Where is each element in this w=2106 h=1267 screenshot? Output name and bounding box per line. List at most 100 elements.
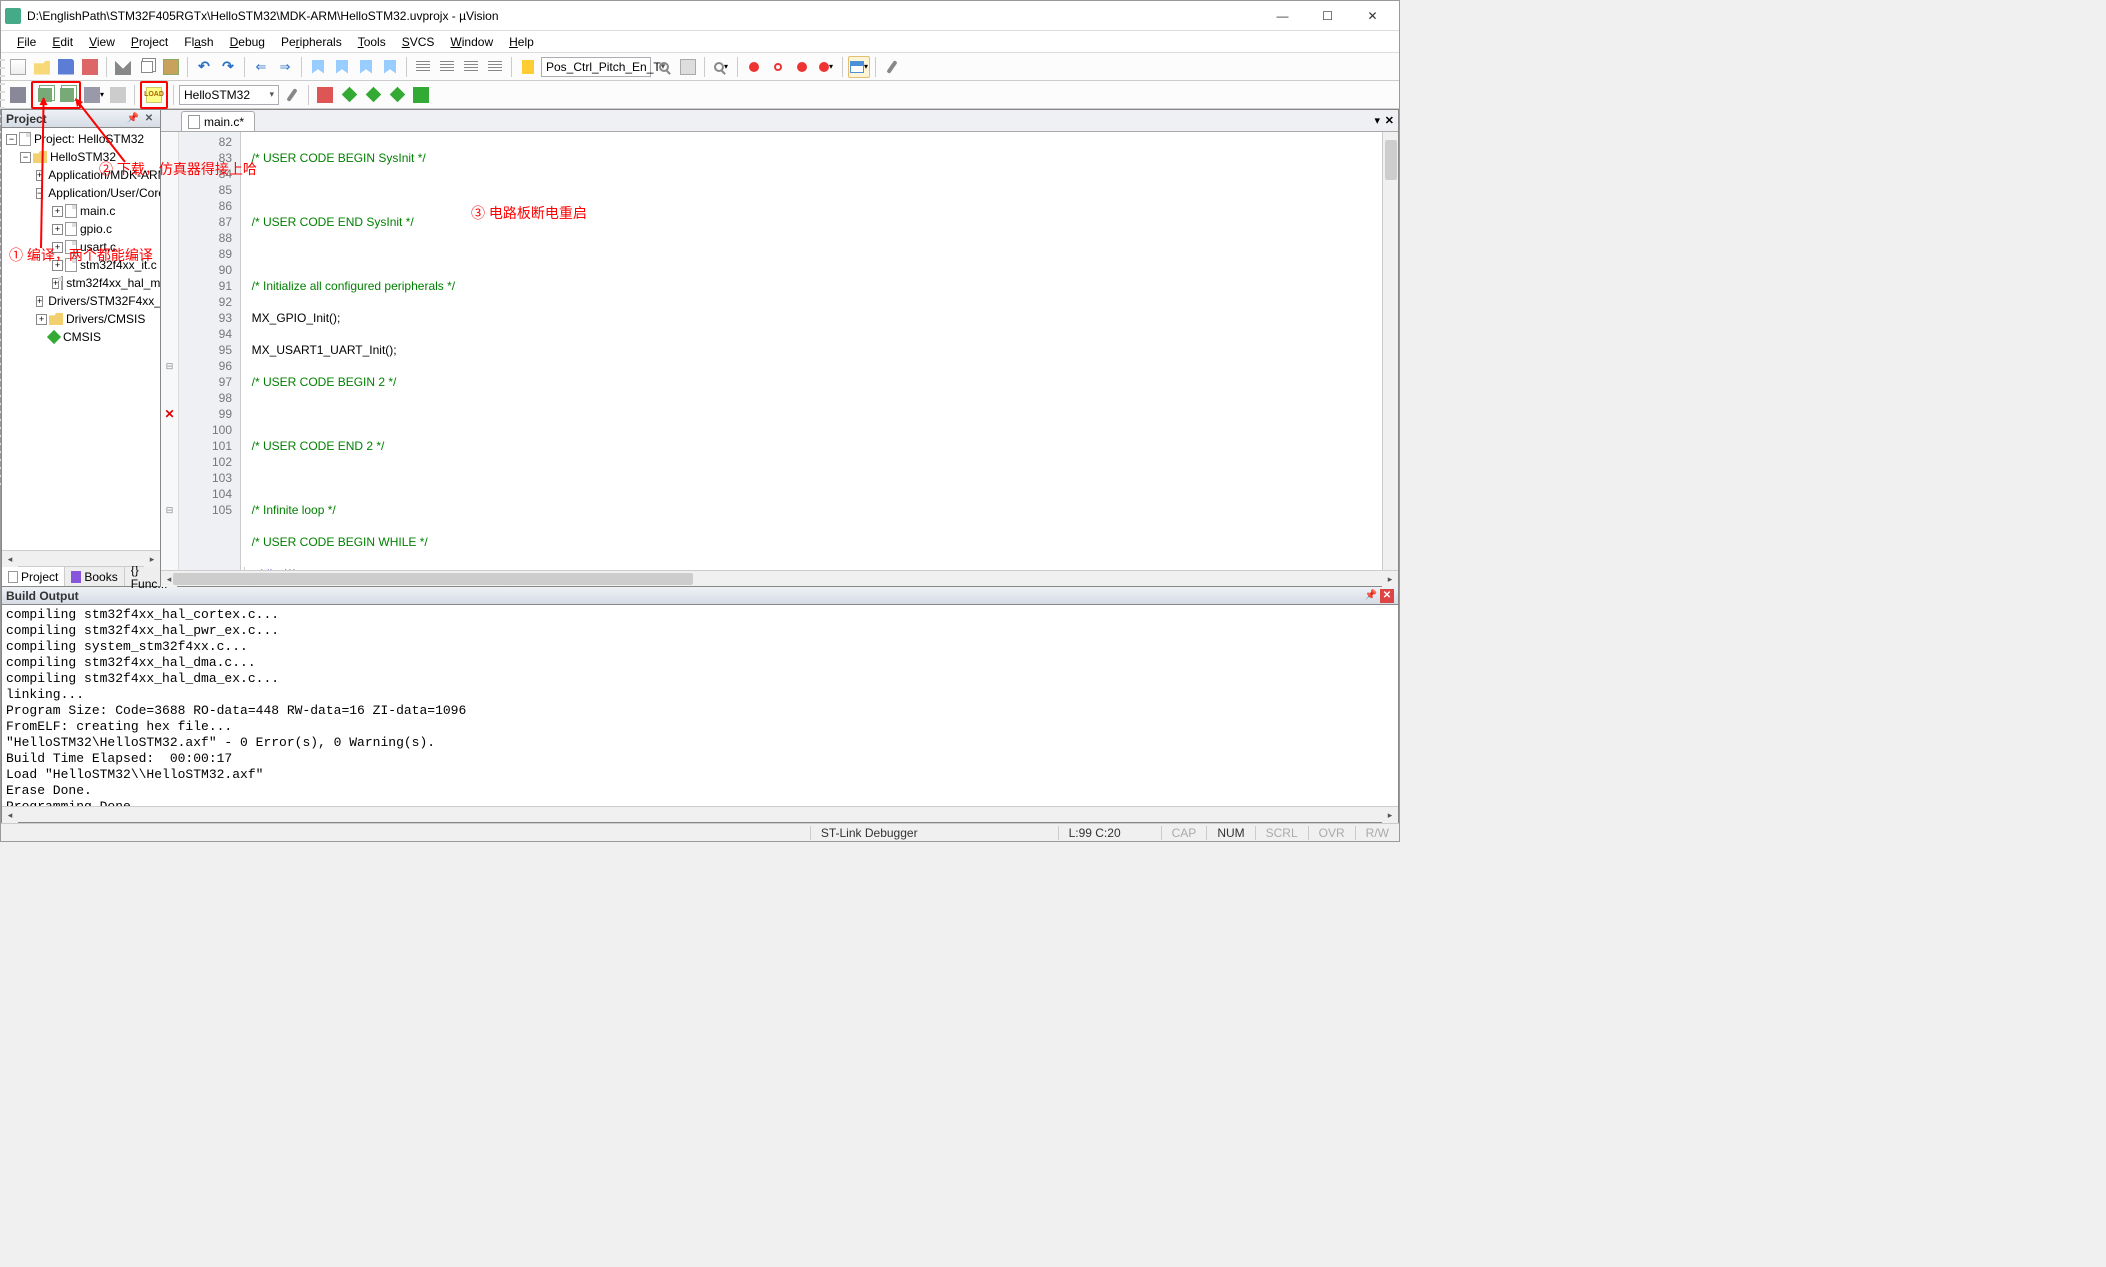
project-hscroll[interactable]: ◂ ▸ — [2, 550, 160, 566]
tree-file[interactable]: +stm32f4xx_it.c — [4, 256, 158, 274]
find-in-files-button[interactable] — [677, 56, 699, 78]
flag-button[interactable] — [517, 56, 539, 78]
debug-start-button[interactable]: ▾ — [710, 56, 732, 78]
pack-button[interactable] — [410, 84, 432, 106]
cut-button[interactable] — [112, 56, 134, 78]
pack-installer-button[interactable] — [386, 84, 408, 106]
menu-debug[interactable]: Debug — [222, 33, 273, 51]
scroll-right-icon[interactable]: ▸ — [1382, 571, 1398, 587]
menu-view[interactable]: View — [81, 33, 123, 51]
tree-group[interactable]: CMSIS — [4, 328, 158, 346]
editor-vscroll[interactable] — [1382, 132, 1398, 570]
expand-icon[interactable]: + — [52, 224, 63, 235]
tree-file[interactable]: +main.c — [4, 202, 158, 220]
uncomment-button[interactable] — [484, 56, 506, 78]
batch-build-button[interactable]: ▾ — [83, 84, 105, 106]
tree-group[interactable]: +Drivers/STM32F4xx_HAL_Driver — [4, 292, 158, 310]
tab-project[interactable]: Project — [2, 567, 65, 586]
tab-books[interactable]: Books — [65, 567, 124, 586]
nav-back-button[interactable]: ⇐ — [250, 56, 272, 78]
bookmark-button[interactable] — [307, 56, 329, 78]
build-hscroll[interactable]: ◂ ▸ — [2, 806, 1398, 822]
scroll-right-icon[interactable]: ▸ — [144, 551, 160, 567]
editor-tab-mainc[interactable]: main.c* — [181, 111, 255, 131]
minimize-button[interactable]: — — [1260, 2, 1305, 30]
nav-fwd-button[interactable]: ⇒ — [274, 56, 296, 78]
menu-project[interactable]: Project — [123, 33, 176, 51]
stop-build-button[interactable] — [107, 84, 129, 106]
menu-flash[interactable]: Flash — [176, 33, 221, 51]
scroll-thumb[interactable] — [1385, 140, 1397, 180]
paste-button[interactable] — [160, 56, 182, 78]
collapse-icon[interactable]: − — [6, 134, 17, 145]
menu-svcs[interactable]: SVCS — [394, 33, 443, 51]
project-tree[interactable]: −Project: HelloSTM32 −HelloSTM32 +Applic… — [2, 128, 160, 550]
select-packs-button[interactable] — [362, 84, 384, 106]
code-editor[interactable]: ⊟ ✕ ⊟ 8283848586878889909192939495969798… — [161, 132, 1398, 570]
copy-button[interactable] — [136, 56, 158, 78]
close-icon[interactable]: ✕ — [142, 112, 156, 126]
find-button[interactable] — [653, 56, 675, 78]
menu-file[interactable]: File — [9, 33, 44, 51]
scroll-right-icon[interactable]: ▸ — [1382, 807, 1398, 823]
unindent-button[interactable] — [436, 56, 458, 78]
save-all-button[interactable] — [79, 56, 101, 78]
save-button[interactable] — [55, 56, 77, 78]
close-tab-button[interactable]: ✕ — [1385, 114, 1394, 127]
breakpoint-disable-button[interactable] — [767, 56, 789, 78]
scroll-left-icon[interactable]: ◂ — [2, 551, 18, 567]
bookmark-next-button[interactable] — [355, 56, 377, 78]
close-icon[interactable]: ✕ — [1380, 589, 1394, 603]
expand-icon[interactable]: + — [52, 242, 63, 253]
breakpoint-killall-button[interactable]: ▾ — [815, 56, 837, 78]
collapse-icon[interactable]: − — [20, 152, 31, 163]
maximize-button[interactable]: ☐ — [1305, 2, 1350, 30]
find-combo[interactable]: Pos_Ctrl_Pitch_En_T▾ — [541, 57, 651, 77]
close-button[interactable]: ✕ — [1350, 2, 1395, 30]
undo-button[interactable]: ↶ — [193, 56, 215, 78]
expand-icon[interactable]: + — [52, 206, 63, 217]
pin-button[interactable]: ▾ — [1374, 114, 1380, 127]
menu-help[interactable]: Help — [501, 33, 542, 51]
scroll-thumb[interactable] — [173, 573, 693, 585]
code-body[interactable]: /* USER CODE BEGIN SysInit */ /* USER CO… — [241, 132, 1398, 570]
pin-icon[interactable]: 📌 — [1364, 589, 1378, 603]
tree-file[interactable]: +usart.c — [4, 238, 158, 256]
breakpoint-kill-button[interactable] — [791, 56, 813, 78]
menu-peripherals[interactable]: Peripherals — [273, 33, 350, 51]
bookmark-clear-button[interactable] — [379, 56, 401, 78]
manage-button[interactable] — [314, 84, 336, 106]
expand-icon[interactable]: + — [52, 260, 63, 271]
expand-icon[interactable]: + — [36, 296, 43, 307]
comment-button[interactable] — [460, 56, 482, 78]
tree-file[interactable]: +gpio.c — [4, 220, 158, 238]
bookmark-prev-button[interactable] — [331, 56, 353, 78]
download-button[interactable]: LOAD — [143, 84, 165, 106]
redo-button[interactable]: ↷ — [217, 56, 239, 78]
configure-button[interactable] — [881, 56, 903, 78]
menu-tools[interactable]: Tools — [350, 33, 394, 51]
translate-button[interactable] — [7, 84, 29, 106]
separator — [244, 57, 245, 77]
tree-group[interactable]: −Application/User/Core — [4, 184, 158, 202]
editor-hscroll[interactable]: ◂ ▸ — [161, 570, 1398, 586]
menu-edit[interactable]: Edit — [44, 33, 81, 51]
target-options-button[interactable] — [281, 84, 303, 106]
tree-group[interactable]: +Application/MDK-ARM — [4, 166, 158, 184]
window-layout-button[interactable]: ▾ — [848, 56, 870, 78]
manage-rte-button[interactable] — [338, 84, 360, 106]
breakpoint-insert-button[interactable] — [743, 56, 765, 78]
build-output-text[interactable]: compiling stm32f4xx_hal_cortex.c... comp… — [2, 605, 1398, 806]
indent-button[interactable] — [412, 56, 434, 78]
scroll-left-icon[interactable]: ◂ — [2, 807, 18, 823]
tree-file[interactable]: +stm32f4xx_hal_msp.c — [4, 274, 158, 292]
new-file-button[interactable] — [7, 56, 29, 78]
tree-target[interactable]: −HelloSTM32 — [4, 148, 158, 166]
pin-icon[interactable]: 📌 — [126, 112, 140, 126]
menu-window[interactable]: Window — [442, 33, 501, 51]
tree-root[interactable]: −Project: HelloSTM32 — [4, 130, 158, 148]
tree-group[interactable]: +Drivers/CMSIS — [4, 310, 158, 328]
open-button[interactable] — [31, 56, 53, 78]
expand-icon[interactable]: + — [36, 314, 47, 325]
target-combo[interactable]: HelloSTM32▾ — [179, 85, 279, 105]
